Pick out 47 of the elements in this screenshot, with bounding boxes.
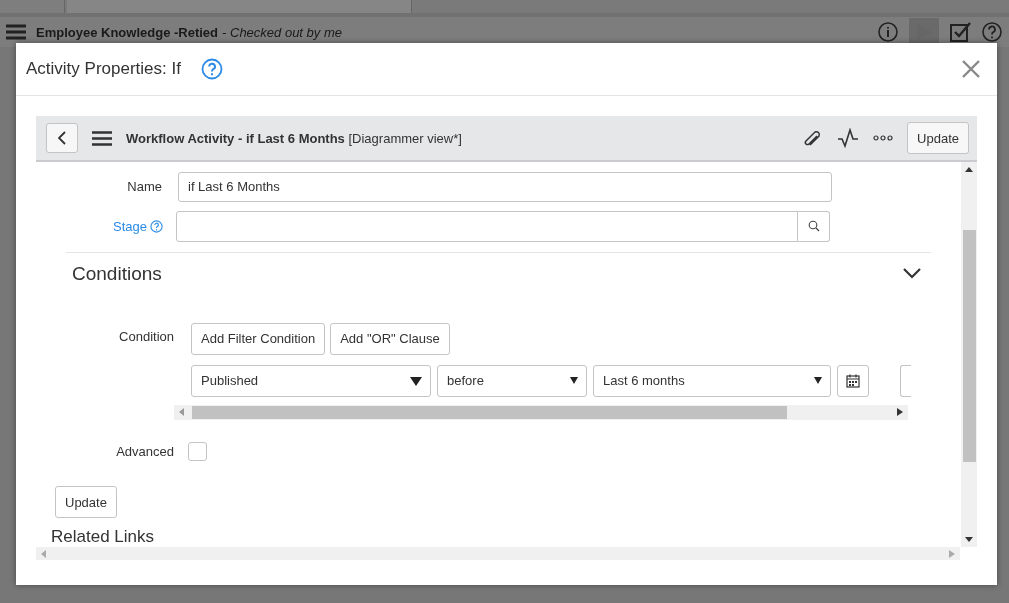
vertical-scrollbar[interactable] — [961, 162, 977, 547]
caret-icon — [814, 377, 822, 385]
help-icon[interactable] — [150, 219, 163, 233]
caret-icon — [410, 375, 422, 386]
chevron-icon[interactable] — [903, 268, 921, 280]
condition-button[interactable]: Add Filter Condition — [191, 322, 326, 355]
calendar-icon — [846, 373, 860, 388]
more-icon[interactable] — [873, 135, 894, 141]
help-icon[interactable] — [981, 21, 1003, 43]
help-icon[interactable] — [200, 58, 223, 80]
scroll-up-icon[interactable] — [965, 167, 973, 172]
scroll-left-icon[interactable] — [179, 408, 185, 417]
stage-field[interactable] — [176, 210, 798, 242]
field-label: Condition — [118, 327, 174, 346]
scroll-right-icon[interactable] — [897, 408, 903, 417]
update-button[interactable]: Update — [907, 122, 969, 154]
activity-icon[interactable] — [837, 128, 860, 148]
app-status: - Checked out by me — [222, 24, 342, 40]
section-title: Related Links — [51, 527, 155, 547]
info-icon[interactable] — [877, 21, 899, 43]
field-label: Name — [126, 179, 162, 195]
stage-label[interactable]: Stage — [36, 218, 147, 234]
value-select[interactable]: Last 6 months — [593, 364, 831, 397]
menu-icon[interactable] — [92, 130, 112, 146]
play-button[interactable] — [909, 18, 939, 46]
checkbox-icon[interactable] — [949, 21, 971, 43]
app-title: Employee Knowledge -Retied — [36, 24, 219, 40]
update-button[interactable]: Update — [55, 486, 117, 518]
condition-button[interactable]: Add "OR" Clause — [330, 322, 450, 355]
close-icon[interactable] — [961, 59, 981, 79]
caret-icon — [570, 377, 578, 385]
advanced-checkbox[interactable] — [188, 442, 207, 462]
name-field[interactable]: if Last 6 Months — [178, 171, 832, 202]
search-button[interactable] — [798, 210, 830, 242]
search-icon — [807, 220, 820, 233]
scroll-down-icon[interactable] — [965, 537, 973, 542]
section-title: Conditions — [72, 262, 162, 285]
select-field[interactable] — [900, 364, 911, 397]
operator-select[interactable]: before — [437, 364, 587, 397]
horizontal-scrollbar[interactable] — [174, 404, 908, 421]
back-button[interactable] — [46, 123, 78, 153]
form-title: Workflow Activity - if Last 6 Months [Diagrammer view*] — [126, 130, 462, 146]
field-label: Advanced — [115, 444, 174, 460]
dialog-title: Activity Properties: If — [26, 59, 181, 79]
chevron-left-icon — [58, 131, 66, 145]
calendar-button[interactable] — [837, 364, 869, 397]
field-select[interactable]: Published — [191, 364, 431, 397]
